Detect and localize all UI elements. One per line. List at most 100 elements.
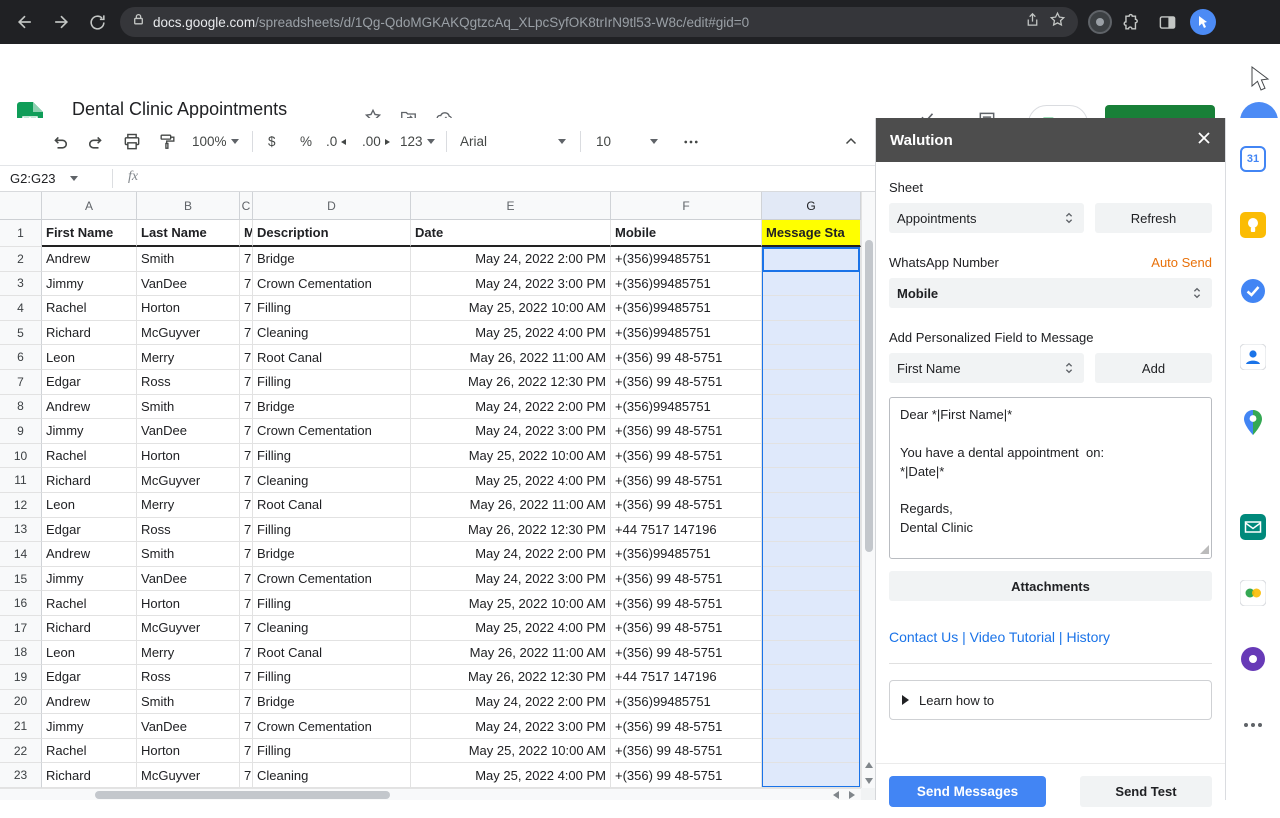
cell-message-status[interactable] — [762, 763, 861, 788]
maps-icon[interactable] — [1239, 409, 1267, 437]
cell-date[interactable]: May 26, 2022 11:00 AM — [411, 345, 611, 370]
add-field-button[interactable]: Add — [1095, 353, 1212, 383]
cell-message-status[interactable] — [762, 665, 861, 690]
undo-icon[interactable] — [50, 118, 70, 165]
calendar-icon[interactable]: 31 — [1239, 145, 1267, 173]
row-number[interactable]: 18 — [0, 640, 42, 666]
cell-message-status[interactable] — [762, 271, 861, 297]
cell-message-status[interactable] — [762, 542, 861, 567]
cell-first-name[interactable]: Edgar — [42, 369, 137, 395]
cell-mobile[interactable]: +(356) 99 48-5751 — [611, 738, 762, 764]
cell-message-status[interactable] — [762, 517, 861, 543]
keep-icon[interactable] — [1239, 211, 1267, 239]
cell-mobile[interactable]: +(356) 99 48-5751 — [611, 345, 762, 370]
cell-first-name[interactable]: Rachel — [42, 738, 137, 764]
vertical-scrollbar-thumb[interactable] — [865, 240, 873, 552]
cell-mobile[interactable]: +(356)99485751 — [611, 247, 762, 272]
cell-mobile[interactable]: +(356) 99 48-5751 — [611, 615, 762, 641]
header-cell-mobile[interactable]: Mobile — [611, 220, 762, 247]
cell-last-name[interactable]: Horton — [137, 443, 240, 469]
contacts-icon[interactable] — [1239, 343, 1267, 371]
select-all-corner[interactable] — [0, 192, 42, 220]
row-number[interactable]: 22 — [0, 738, 42, 764]
header-cell-last-name[interactable]: Last Name — [137, 220, 240, 247]
cell-c[interactable]: 7: — [240, 247, 253, 272]
cell-c[interactable]: 7: — [240, 689, 253, 715]
header-cell-first-name[interactable]: First Name — [42, 220, 137, 247]
row-number[interactable]: 16 — [0, 591, 42, 616]
cell-message-status[interactable] — [762, 419, 861, 444]
row-number[interactable]: 9 — [0, 419, 42, 444]
cell-mobile[interactable]: +(356)99485751 — [611, 271, 762, 297]
address-bar[interactable]: docs.google.com/spreadsheets/d/1Qg-QdoMG… — [120, 7, 1078, 37]
cell-description[interactable]: Cleaning — [253, 615, 411, 641]
row-number[interactable]: 13 — [0, 517, 42, 543]
cell-first-name[interactable]: Edgar — [42, 517, 137, 543]
cell-description[interactable]: Filling — [253, 443, 411, 469]
cell-first-name[interactable]: Rachel — [42, 296, 137, 321]
sidebar-link[interactable]: Contact Us — [889, 629, 970, 645]
cell-date[interactable]: May 26, 2022 12:30 PM — [411, 517, 611, 543]
cell-c[interactable]: 7: — [240, 296, 253, 321]
zoom-select[interactable]: 100% — [192, 118, 239, 165]
cell-description[interactable]: Root Canal — [253, 640, 411, 666]
cell-description[interactable]: Filling — [253, 296, 411, 321]
learn-how-to-expander[interactable]: Learn how to — [889, 680, 1212, 720]
column-header[interactable]: B — [137, 192, 240, 220]
cell-first-name[interactable]: Edgar — [42, 665, 137, 690]
cell-date[interactable]: May 24, 2022 2:00 PM — [411, 394, 611, 420]
cell-last-name[interactable]: Merry — [137, 345, 240, 370]
cell-last-name[interactable]: Horton — [137, 296, 240, 321]
cell-c[interactable]: 7: — [240, 566, 253, 592]
message-textarea[interactable]: Dear *|First Name|* You have a dental ap… — [889, 397, 1212, 559]
row-number[interactable]: 21 — [0, 714, 42, 739]
cell-first-name[interactable]: Leon — [42, 345, 137, 370]
cell-message-status[interactable] — [762, 247, 861, 272]
cell-description[interactable]: Root Canal — [253, 492, 411, 518]
cell-message-status[interactable] — [762, 468, 861, 493]
row-number[interactable]: 11 — [0, 468, 42, 493]
cell-message-status[interactable] — [762, 615, 861, 641]
attachments-button[interactable]: Attachments — [889, 571, 1212, 601]
horizontal-scrollbar[interactable] — [0, 788, 861, 800]
browser-back-icon[interactable] — [8, 5, 42, 39]
decrease-decimal-button[interactable]: .0 — [326, 118, 347, 165]
cell-last-name[interactable]: Merry — [137, 640, 240, 666]
cell-description[interactable]: Cleaning — [253, 320, 411, 346]
name-box[interactable]: G2:G23 — [0, 166, 112, 191]
cell-mobile[interactable]: +(356) 99 48-5751 — [611, 468, 762, 493]
row-number[interactable]: 5 — [0, 320, 42, 346]
row-number[interactable]: 19 — [0, 665, 42, 690]
browser-reload-icon[interactable] — [80, 5, 114, 39]
cell-last-name[interactable]: McGuyver — [137, 615, 240, 641]
scroll-right-icon[interactable] — [844, 789, 859, 801]
whatsapp-number-select[interactable]: Mobile — [889, 278, 1212, 308]
cell-date[interactable]: May 24, 2022 2:00 PM — [411, 689, 611, 715]
cell-c[interactable]: 7: — [240, 738, 253, 764]
cell-last-name[interactable]: Smith — [137, 247, 240, 272]
cell-first-name[interactable]: Richard — [42, 763, 137, 788]
addon-icon[interactable] — [1239, 645, 1267, 673]
cell-c[interactable]: 7: — [240, 394, 253, 420]
cell-message-status[interactable] — [762, 591, 861, 616]
cell-date[interactable]: May 26, 2022 12:30 PM — [411, 665, 611, 690]
cell-date[interactable]: May 24, 2022 3:00 PM — [411, 419, 611, 444]
cell-last-name[interactable]: Ross — [137, 369, 240, 395]
column-header[interactable]: A — [42, 192, 137, 220]
row-number[interactable]: 14 — [0, 542, 42, 567]
cell-date[interactable]: May 24, 2022 3:00 PM — [411, 714, 611, 739]
cell-date[interactable]: May 25, 2022 4:00 PM — [411, 320, 611, 346]
cell-first-name[interactable]: Andrew — [42, 394, 137, 420]
cell-message-status[interactable] — [762, 345, 861, 370]
cell-date[interactable]: May 25, 2022 10:00 AM — [411, 296, 611, 321]
cell-description[interactable]: Cleaning — [253, 468, 411, 493]
cell-mobile[interactable]: +(356) 99 48-5751 — [611, 369, 762, 395]
share-page-icon[interactable] — [1024, 11, 1041, 33]
cell-description[interactable]: Bridge — [253, 689, 411, 715]
row-number[interactable]: 8 — [0, 394, 42, 420]
cell-date[interactable]: May 24, 2022 3:00 PM — [411, 566, 611, 592]
cell-mobile[interactable]: +(356) 99 48-5751 — [611, 640, 762, 666]
cell-c[interactable]: 7: — [240, 640, 253, 666]
cell-c[interactable]: 7: — [240, 665, 253, 690]
cell-first-name[interactable]: Andrew — [42, 247, 137, 272]
